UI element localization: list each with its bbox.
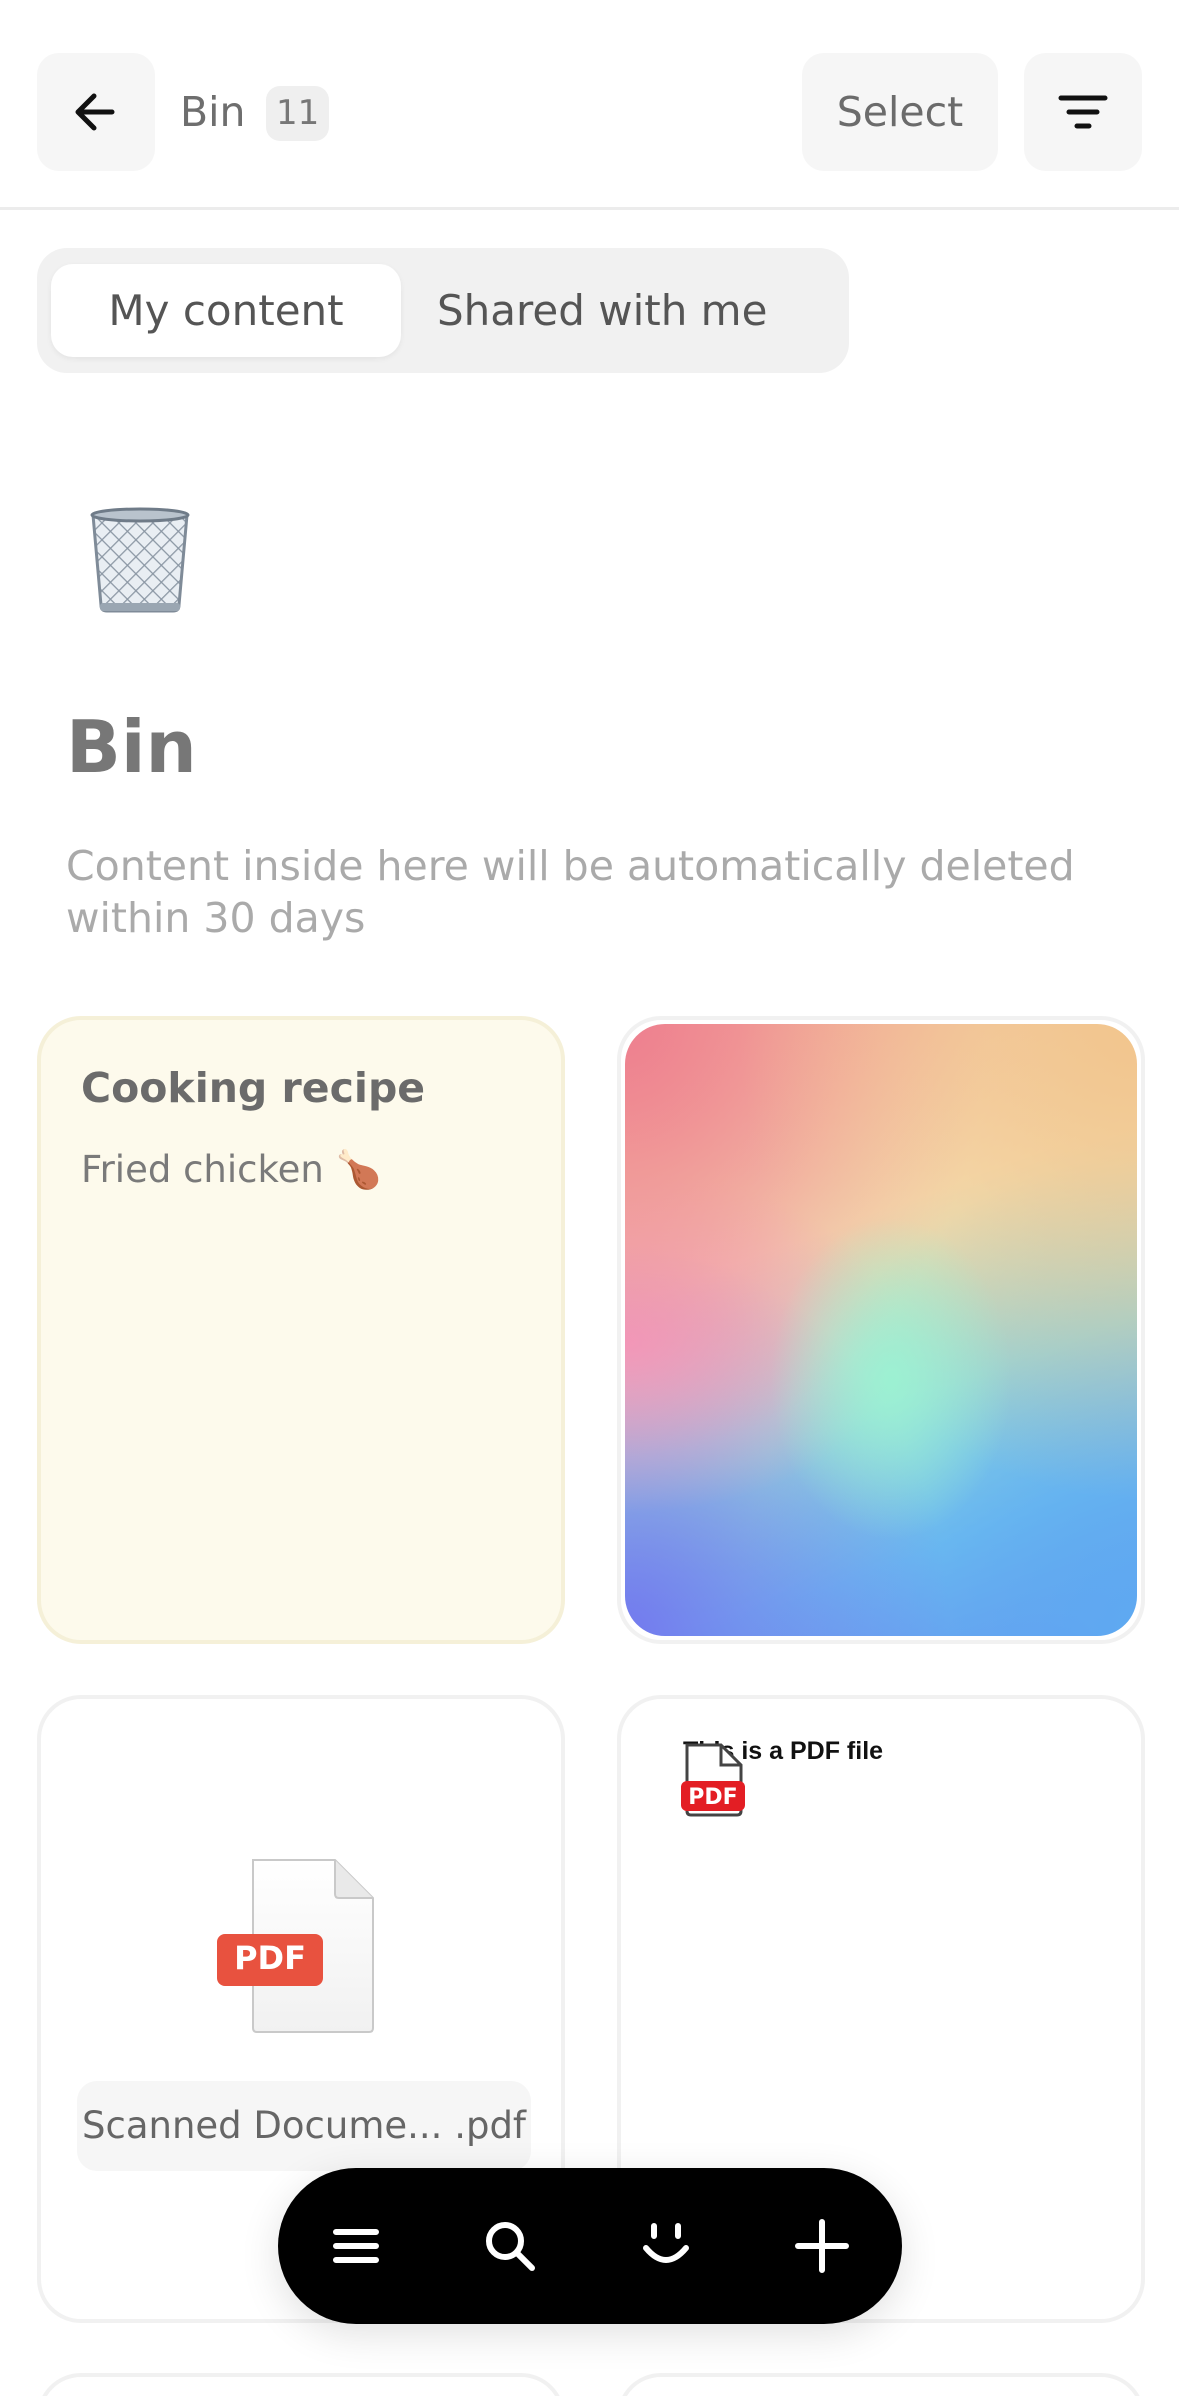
filter-button[interactable] (1024, 53, 1142, 171)
assistant-button[interactable] (626, 2206, 706, 2286)
file-name-chip: Scanned Docume... .pdf (77, 2081, 531, 2171)
item-count-badge: 11 (266, 86, 330, 141)
search-button[interactable] (470, 2206, 550, 2286)
search-icon (486, 2222, 535, 2271)
tab-shared-with-me[interactable]: Shared with me (437, 264, 869, 357)
wastebasket-icon (90, 507, 190, 613)
note-card[interactable]: Cooking recipe Fried chicken 🍗 (37, 1016, 565, 1644)
note-title: Cooking recipe (81, 1064, 426, 1112)
page-title: Bin (180, 88, 246, 136)
back-button[interactable] (37, 53, 155, 171)
plus-icon (795, 2219, 849, 2273)
filter-icon (1058, 95, 1108, 129)
smile-icon (643, 2223, 689, 2263)
menu-icon (333, 2229, 379, 2263)
top-bar: Bin 11 Select (0, 0, 1179, 210)
image-card[interactable] (617, 1016, 1145, 1644)
add-button[interactable] (782, 2206, 862, 2286)
floating-tab-bar (278, 2168, 902, 2324)
arrow-left-icon (75, 93, 115, 131)
menu-button[interactable] (316, 2206, 396, 2286)
pdf-document-icon: PDF (217, 1859, 374, 2033)
pdf-preview-badge: PDF (688, 1785, 737, 1810)
bin-description: Content inside here will be automaticall… (66, 842, 1075, 942)
content-tabs: My content Shared with me (37, 248, 849, 373)
bin-title: Bin (66, 705, 197, 789)
select-button[interactable]: Select (802, 53, 998, 171)
gradient-image (625, 1024, 1137, 1636)
pdf-badge: PDF (234, 1939, 306, 1977)
tab-my-content[interactable]: My content (51, 264, 401, 357)
partial-card[interactable] (37, 2373, 565, 2396)
pdf-file-icon: PDF (681, 1743, 745, 1817)
note-body: Fried chicken 🍗 (81, 1148, 382, 1191)
partial-card[interactable] (617, 2373, 1145, 2396)
